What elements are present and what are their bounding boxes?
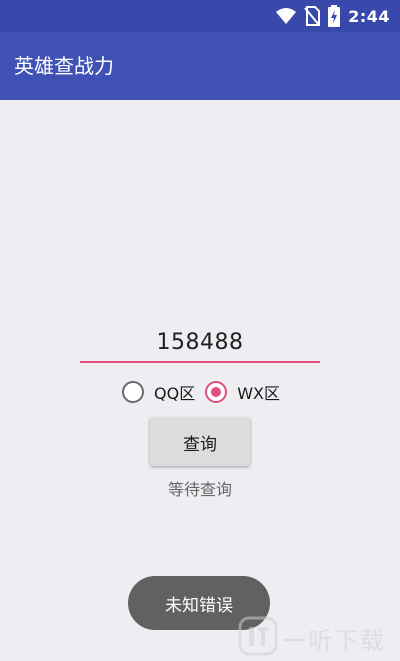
- battery-charging-icon: [328, 5, 341, 27]
- no-sim-icon: [304, 6, 321, 26]
- player-id-input[interactable]: 158488: [80, 326, 320, 366]
- status-bar: 2:44: [0, 0, 400, 32]
- radio-qq-label[interactable]: QQ区: [154, 380, 195, 404]
- watermark: 一听下载: [238, 616, 386, 660]
- query-status-text: 等待查询: [167, 480, 232, 499]
- app-title: 英雄查战力: [14, 54, 114, 78]
- radio-unchecked-icon[interactable]: [122, 381, 144, 403]
- radio-wx-label[interactable]: WX区: [237, 380, 280, 404]
- clock: 2:44: [348, 6, 390, 26]
- watermark-text: 一听下载: [282, 626, 386, 655]
- radio-checked-icon[interactable]: [205, 381, 228, 403]
- query-button[interactable]: 查询: [150, 418, 250, 466]
- player-id-value[interactable]: 158488: [80, 330, 320, 355]
- region-radio-group: QQ区 WX区: [122, 378, 280, 406]
- radio-dot-icon: [211, 387, 222, 397]
- app-bar: 英雄查战力: [0, 32, 400, 100]
- radio-qq-region[interactable]: QQ区: [122, 380, 195, 404]
- status-icons: 2:44: [276, 4, 390, 28]
- input-underline: [80, 361, 320, 363]
- wifi-icon: [276, 7, 297, 25]
- radio-wx-region[interactable]: WX区: [205, 380, 280, 404]
- watermark-logo-icon: [238, 616, 278, 660]
